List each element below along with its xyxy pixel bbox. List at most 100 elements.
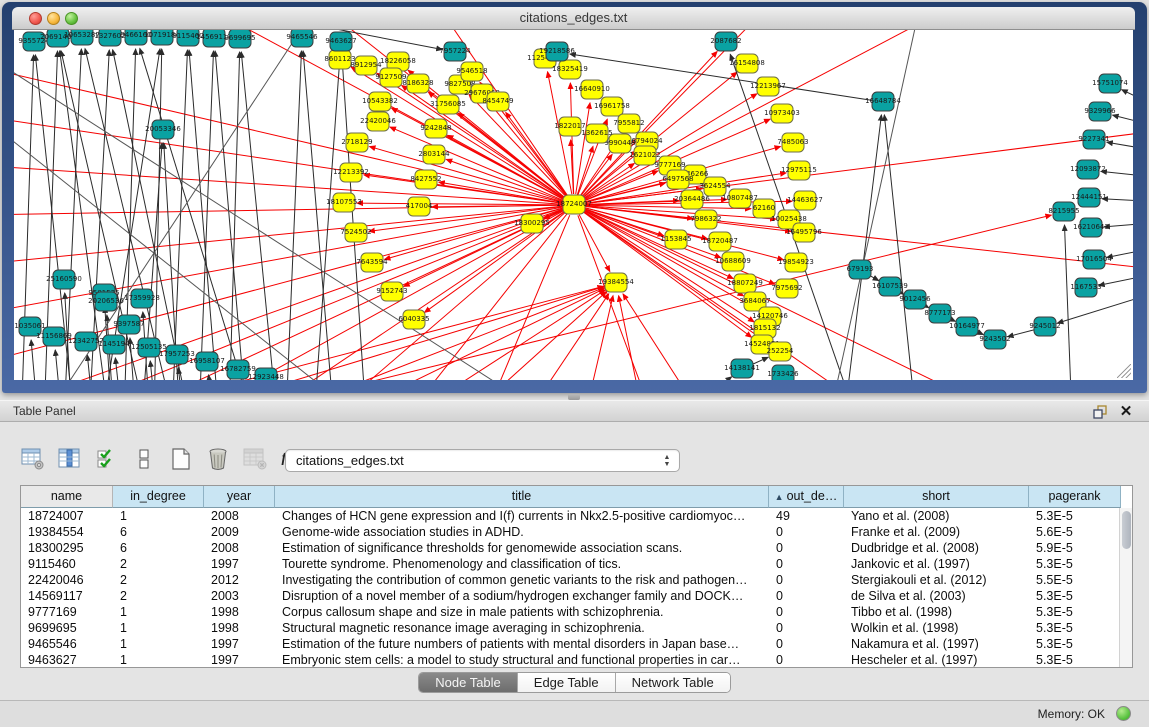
graph-node-label: 18226058 xyxy=(380,57,416,65)
delete-table-icon[interactable] xyxy=(205,446,231,472)
table-row[interactable]: 977716911998Corpus callosum shape and si… xyxy=(21,604,1132,620)
window-resize-grip[interactable] xyxy=(1117,364,1131,378)
table-cell: 6 xyxy=(113,540,204,556)
graph-edge[interactable] xyxy=(14,205,563,215)
close-panel-icon[interactable]: ✕ xyxy=(1117,404,1135,420)
graph-edge[interactable] xyxy=(31,340,38,380)
memory-ok-indicator[interactable] xyxy=(1116,706,1131,721)
table-cell: 2008 xyxy=(204,540,275,556)
table-row[interactable]: 1938455462009Genome-wide association stu… xyxy=(21,524,1132,540)
column-header-out_de[interactable]: ▲out_de… xyxy=(769,486,844,508)
table-cell: 2009 xyxy=(204,524,275,540)
table-cell: 5.5E-5 xyxy=(1029,572,1121,588)
graph-node-label: 16958107 xyxy=(189,357,225,365)
graph-edge[interactable] xyxy=(1064,225,1072,380)
table-cell: 0 xyxy=(769,524,844,540)
graph-node-label: 16640910 xyxy=(574,85,610,93)
table-row[interactable]: 911546021997Tourette syndrome. Phenomeno… xyxy=(21,556,1132,572)
graph-node-label: 12093872 xyxy=(1070,165,1106,173)
graph-edge[interactable] xyxy=(1122,90,1133,110)
table-cell: Dudbridge et al. (2008) xyxy=(844,540,1029,556)
graph-edge[interactable] xyxy=(884,115,916,380)
table-cell: 5.3E-5 xyxy=(1029,604,1121,620)
table-row[interactable]: 946554611997Estimation of the future num… xyxy=(21,636,1132,652)
table-selector-dropdown[interactable]: citations_edges.txt ▲▼ xyxy=(285,449,680,472)
graph-edge[interactable] xyxy=(1008,330,1035,337)
graph-edge[interactable] xyxy=(303,51,334,380)
select-columns-icon[interactable] xyxy=(94,446,120,472)
graph-node-label: 16648784 xyxy=(865,97,901,105)
graph-edge[interactable] xyxy=(1113,115,1133,128)
column-header-name[interactable]: name xyxy=(21,486,113,508)
graph-edge[interactable] xyxy=(578,215,654,380)
graph-edge[interactable] xyxy=(584,171,658,201)
scrollbar-thumb[interactable] xyxy=(1122,511,1131,549)
graph-edge[interactable] xyxy=(570,54,872,100)
tab-edge-table[interactable]: Edge Table xyxy=(518,673,616,692)
graph-edge[interactable] xyxy=(1099,272,1133,285)
table-cell: 1997 xyxy=(204,556,275,572)
window-title: citations_edges.txt xyxy=(12,7,1135,29)
graph-edge[interactable] xyxy=(829,30,919,380)
table-cell: 5.3E-5 xyxy=(1029,620,1121,636)
table-row[interactable]: 2242004622012Investigating the contribut… xyxy=(21,572,1132,588)
table-row[interactable]: 946362711997Embryonic stem cells: a mode… xyxy=(21,652,1132,668)
table-row[interactable]: 1872400712008Changes of HCN gene express… xyxy=(21,508,1132,524)
graph-node-label: 6040335 xyxy=(398,315,429,323)
graph-edge[interactable] xyxy=(570,83,573,194)
graph-edge[interactable] xyxy=(404,214,567,380)
graph-node-label: 2718129 xyxy=(341,138,372,146)
graph-edge[interactable] xyxy=(14,115,563,203)
graph-edge[interactable] xyxy=(14,165,563,204)
graph-edge[interactable] xyxy=(55,350,62,380)
graph-edge[interactable] xyxy=(189,50,219,380)
graph-edge[interactable] xyxy=(94,286,603,380)
tab-network-table[interactable]: Network Table xyxy=(616,673,730,692)
graph-edge[interactable] xyxy=(241,52,276,380)
graph-node-label: 19384554 xyxy=(598,278,634,286)
table-mode-icon[interactable] xyxy=(20,446,46,472)
graph-edge[interactable] xyxy=(576,103,590,194)
dropdown-stepper-icon: ▲▼ xyxy=(661,453,673,469)
citation-network-graph[interactable]: 1872400718300295193845548601123891295418… xyxy=(14,30,1133,380)
new-table-icon[interactable] xyxy=(168,446,194,472)
tab-node-table[interactable]: Node Table xyxy=(419,673,518,692)
table-cell: 1997 xyxy=(204,636,275,652)
graph-edge[interactable] xyxy=(585,205,751,208)
network-canvas[interactable]: 1872400718300295193845548601123891295418… xyxy=(14,30,1133,380)
column-show-icon[interactable] xyxy=(57,446,83,472)
graph-edge[interactable] xyxy=(464,292,606,380)
graph-node-label: 10025438 xyxy=(771,215,807,223)
column-header-in_degree[interactable]: in_degree xyxy=(113,486,204,508)
table-cell: 5.3E-5 xyxy=(1029,588,1121,604)
table-row[interactable]: 1830029562008Estimation of significance … xyxy=(21,540,1132,556)
graph-node-label: 15751074 xyxy=(1092,79,1128,87)
graph-edge[interactable] xyxy=(619,296,644,380)
graph-edge[interactable] xyxy=(490,104,567,197)
graph-edge[interactable] xyxy=(623,294,704,380)
float-window-icon[interactable] xyxy=(1091,404,1109,420)
graph-edge[interactable] xyxy=(229,52,240,380)
column-header-title[interactable]: title xyxy=(275,486,769,508)
graph-edge[interactable] xyxy=(357,203,563,205)
column-header-short[interactable]: short xyxy=(844,486,1029,508)
graph-edge[interactable] xyxy=(484,215,570,380)
table-row[interactable]: 969969511998Structural magnetic resonanc… xyxy=(21,620,1132,636)
window-titlebar[interactable]: citations_edges.txt xyxy=(12,7,1135,30)
graph-edge[interactable] xyxy=(44,30,314,380)
graph-edge[interactable] xyxy=(674,377,732,380)
table-cell: 0 xyxy=(769,652,844,668)
graph-node-label: 8454749 xyxy=(482,97,513,105)
graph-edge[interactable] xyxy=(844,115,881,380)
column-header-pagerank[interactable]: pagerank xyxy=(1029,486,1121,508)
table-vertical-scrollbar[interactable] xyxy=(1119,508,1132,667)
row-height-icon[interactable] xyxy=(131,446,157,472)
graph-edge[interactable] xyxy=(115,358,122,380)
graph-node-label: 9245012 xyxy=(1029,322,1060,330)
graph-node-label: 18720487 xyxy=(702,237,738,245)
column-header-year[interactable]: year xyxy=(204,486,275,508)
graph-edge[interactable] xyxy=(286,51,301,380)
graph-node-label: 7485063 xyxy=(777,138,808,146)
table-row[interactable]: 1456911722003Disruption of a novel membe… xyxy=(21,588,1132,604)
graph-edge[interactable] xyxy=(1107,142,1133,152)
